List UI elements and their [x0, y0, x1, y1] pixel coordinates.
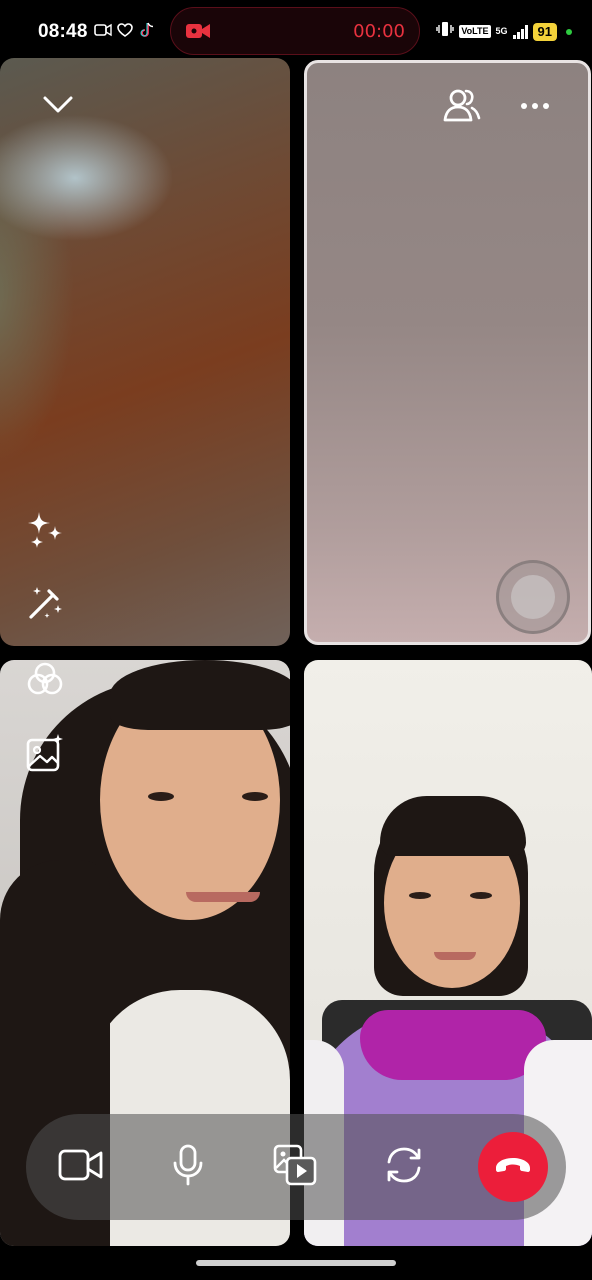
floating-self-view-button[interactable] — [496, 560, 570, 634]
video-record-icon — [185, 23, 210, 39]
notification-icons — [94, 22, 156, 38]
recording-timer: 00:00 — [353, 21, 405, 42]
more-options-icon[interactable] — [515, 91, 555, 121]
call-control-bar — [26, 1114, 566, 1220]
clock: 08:48 — [38, 21, 88, 42]
screen-record-indicator-icon — [94, 22, 112, 38]
microphone-toggle-button[interactable] — [153, 1114, 223, 1220]
flip-camera-icon — [383, 1144, 425, 1191]
flip-camera-button[interactable] — [369, 1114, 439, 1220]
home-indicator[interactable] — [196, 1260, 396, 1266]
heart-icon — [116, 22, 134, 38]
battery-indicator: 91 — [532, 22, 557, 41]
tiktok-icon — [138, 22, 156, 38]
camera-toggle-button[interactable] — [46, 1114, 116, 1220]
vibrate-icon — [436, 21, 455, 42]
media-share-button[interactable] — [260, 1114, 330, 1220]
end-call-icon — [493, 1155, 533, 1180]
signal-icon — [512, 24, 528, 39]
media-share-icon — [273, 1144, 317, 1191]
microphone-icon — [171, 1144, 205, 1191]
network-type: 5G — [495, 26, 508, 36]
participant-tile-top-right[interactable] — [304, 60, 591, 645]
end-call-button[interactable] — [478, 1132, 548, 1202]
screen-recording-pill[interactable]: 00:00 — [170, 7, 420, 55]
participant-tile-top-left[interactable] — [0, 58, 290, 646]
camera-icon — [58, 1148, 104, 1187]
participants-icon[interactable] — [441, 85, 483, 125]
filters-icon[interactable] — [22, 660, 68, 702]
privacy-indicator-dot — [566, 28, 572, 35]
magic-wand-icon[interactable] — [22, 580, 68, 626]
status-bar: 08:48 00:00 VoLTE 5G 91 — [0, 0, 592, 60]
sparkles-icon[interactable] — [22, 508, 68, 554]
system-status-icons: VoLTE 5G 91 — [436, 21, 572, 42]
image-sparkle-icon[interactable] — [22, 730, 68, 776]
chevron-down-icon[interactable] — [38, 88, 78, 122]
volte-badge: VoLTE — [459, 25, 491, 38]
